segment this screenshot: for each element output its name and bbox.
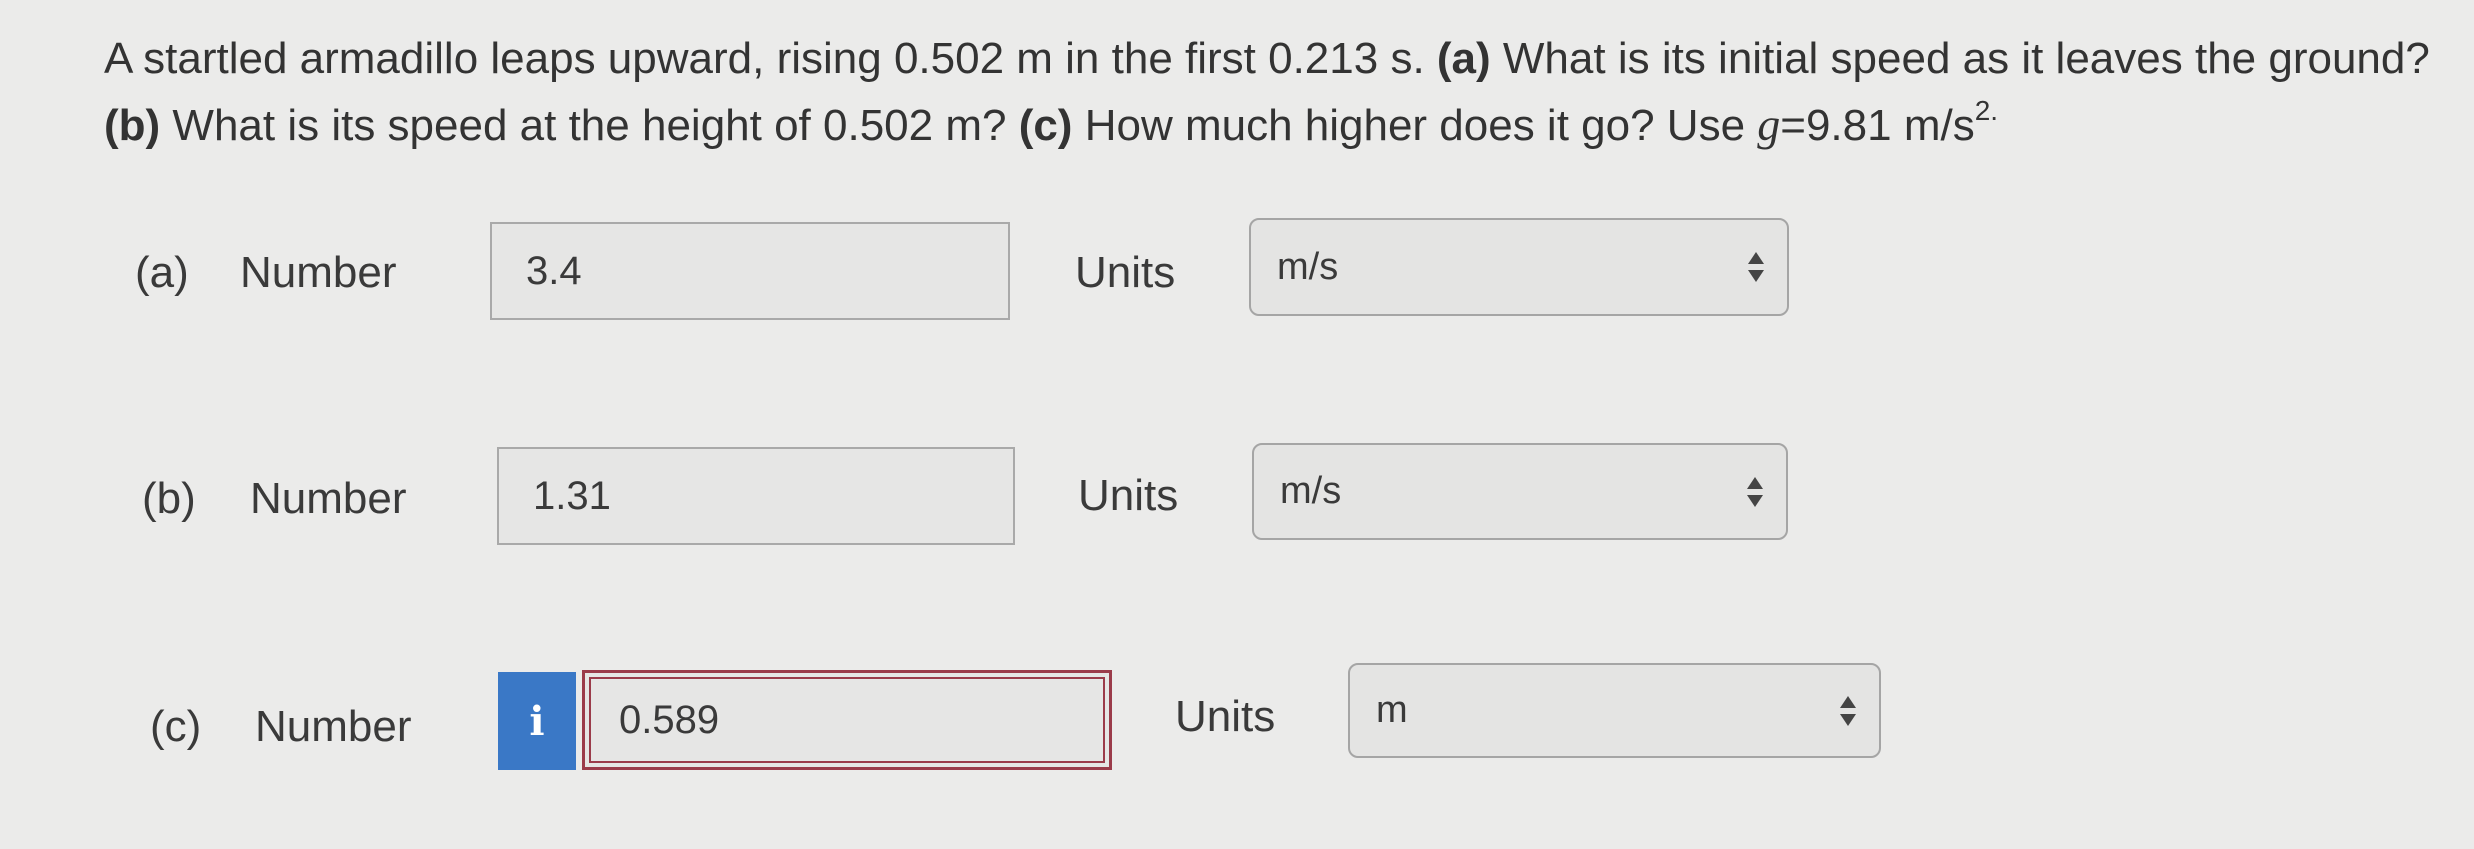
- up-down-arrows-icon: [1840, 695, 1856, 726]
- part-b-label: (b): [142, 474, 196, 523]
- question-text-2: What is its initial speed as it leaves t…: [1490, 34, 2430, 83]
- part-a-number-value: 3.4: [526, 248, 582, 293]
- question-text-3: What is its speed at the height of 0.502…: [160, 101, 1019, 150]
- part-b-number-value: 1.31: [533, 473, 611, 518]
- part-a-label: (a): [135, 248, 189, 297]
- part-c-units-label: Units: [1175, 692, 1276, 741]
- part-b-units-select[interactable]: m/s: [1252, 443, 1788, 540]
- part-b-number-input[interactable]: 1.31: [497, 447, 1015, 545]
- part-c-units-value: m: [1376, 689, 1408, 731]
- info-icon: i: [529, 697, 545, 745]
- part-a-units-select[interactable]: m/s: [1249, 218, 1789, 316]
- part-c-label: (c): [150, 702, 202, 751]
- up-down-arrows-icon: [1747, 476, 1763, 507]
- part-c-number-value: 0.589: [619, 697, 720, 742]
- part-a-number-label: Number: [240, 248, 397, 297]
- gravity-symbol: g: [1757, 99, 1781, 150]
- question-text-1: A startled armadillo leaps upward, risin…: [104, 34, 1437, 83]
- info-button[interactable]: i: [498, 672, 576, 770]
- part-b-number-label: Number: [250, 474, 407, 523]
- question-text: A startled armadillo leaps upward, risin…: [104, 26, 2434, 159]
- question-text-4: How much higher does it go? Use: [1072, 101, 1758, 150]
- part-a-units-label: Units: [1075, 248, 1176, 297]
- part-b-units-value: m/s: [1280, 470, 1342, 512]
- exponent: 2.: [1974, 95, 1999, 127]
- question-part-c-tag: (c): [1018, 101, 1073, 150]
- up-down-arrows-icon: [1748, 252, 1764, 282]
- question-part-a-tag: (a): [1436, 34, 1491, 83]
- part-c-number-label: Number: [255, 702, 412, 751]
- part-a-number-input[interactable]: 3.4: [490, 222, 1010, 320]
- question-text-5: =9.81 m/s: [1780, 101, 1975, 150]
- part-b-units-label: Units: [1078, 471, 1179, 520]
- part-c-number-input[interactable]: 0.589: [582, 670, 1112, 770]
- question-part-b-tag: (b): [104, 101, 161, 150]
- part-c-units-select[interactable]: m: [1348, 663, 1881, 758]
- part-a-units-value: m/s: [1277, 245, 1339, 288]
